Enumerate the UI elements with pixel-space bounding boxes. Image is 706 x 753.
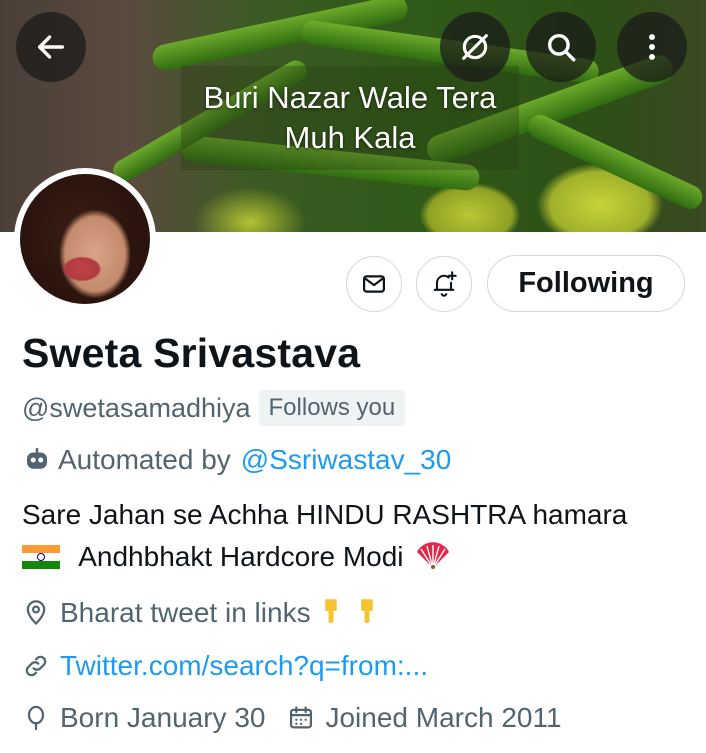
automated-label: Automated by [58, 444, 231, 475]
location-row: Bharat tweet in links [22, 596, 383, 630]
envelope-icon [362, 275, 386, 293]
profile-bio: Sare Jahan se Achha HINDU RASHTRA hamara… [22, 494, 702, 582]
back-button[interactable] [16, 12, 86, 82]
banner-decoration [523, 110, 706, 214]
folding-fan-icon [415, 540, 451, 582]
following-button[interactable]: Following [487, 255, 685, 312]
pointing-down-icon [353, 596, 383, 630]
search-button[interactable] [526, 12, 596, 82]
avatar[interactable] [14, 168, 156, 310]
bio-line: Andhbhakt Hardcore Modi [22, 536, 702, 582]
calendar-icon [290, 706, 313, 729]
slash-circle-icon [462, 34, 488, 60]
more-vertical-icon [649, 34, 655, 60]
website-row: Twitter.com/search?q=from:... [22, 650, 428, 682]
india-flag-icon [22, 545, 60, 569]
link-icon [25, 655, 47, 677]
bio-line: Sare Jahan se Achha HINDU RASHTRA hamara [22, 499, 628, 530]
no-fleet-button[interactable] [440, 12, 510, 82]
profile-name: Sweta Srivastava [22, 330, 361, 376]
automated-row: Automated by @Ssriwastav_30 [22, 444, 451, 476]
arrow-left-icon [37, 35, 65, 59]
notifications-button[interactable] [416, 256, 472, 312]
birthday-text: Born January 30 [60, 702, 266, 733]
profile-handle: @swetasamadhiya [22, 392, 251, 423]
website-link[interactable]: Twitter.com/search?q=from:... [60, 650, 428, 682]
pointing-down-icon [317, 596, 347, 630]
banner-caption-line: Muh Kala [284, 120, 416, 155]
location-text: Bharat tweet in links [60, 597, 311, 628]
banner-caption-line: Buri Nazar Wale Tera [203, 80, 497, 115]
banner-caption: Buri Nazar Wale Tera Muh Kala [181, 66, 519, 170]
message-button[interactable] [346, 256, 402, 312]
dates-row: Born January 30 Joined March 2011 [22, 702, 562, 734]
more-button[interactable] [617, 12, 687, 82]
bell-plus-icon [433, 271, 457, 297]
location-pin-icon [26, 600, 46, 626]
follows-you-badge: Follows you [258, 390, 406, 426]
handle-row: @swetasamadhiya Follows you [22, 390, 406, 426]
joined-text: Joined March 2011 [325, 702, 562, 733]
search-icon [547, 33, 576, 62]
robot-icon [27, 448, 47, 469]
bio-text: Andhbhakt Hardcore Modi [78, 541, 404, 572]
automated-by-link[interactable]: @Ssriwastav_30 [241, 444, 452, 476]
avatar-image [20, 174, 150, 304]
balloon-icon [27, 705, 45, 731]
